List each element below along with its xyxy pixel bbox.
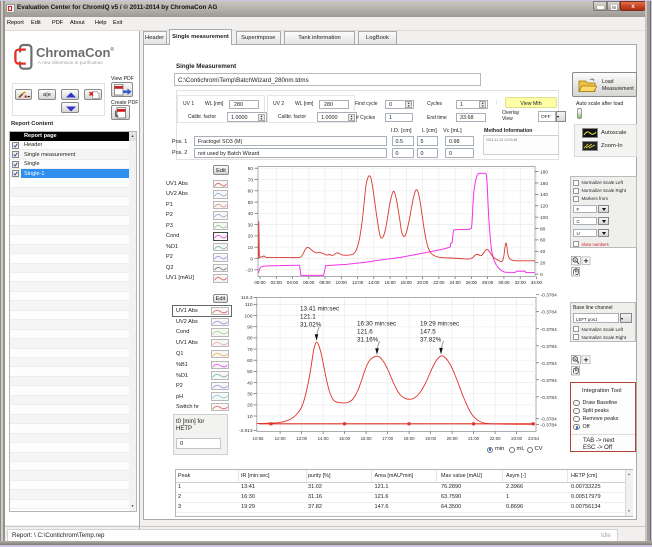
svg-text:10: 10 <box>247 414 253 420</box>
svg-text:0: 0 <box>540 272 543 278</box>
svg-text:14:00: 14:00 <box>318 436 330 441</box>
svg-text:31.16%: 31.16% <box>357 336 379 343</box>
svg-text:100: 100 <box>244 313 252 319</box>
svg-text:15:00: 15:00 <box>339 436 351 441</box>
svg-text:12:00: 12:00 <box>352 280 364 285</box>
svg-text:-0.3784: -0.3784 <box>541 327 558 333</box>
svg-text:02:00: 02:00 <box>271 280 283 285</box>
svg-text:28:00: 28:00 <box>482 280 494 285</box>
svg-text:10:00: 10:00 <box>336 280 348 285</box>
svg-text:50: 50 <box>248 200 254 206</box>
svg-text:37.82%: 37.82% <box>420 336 442 343</box>
svg-text:23:00: 23:00 <box>511 436 523 441</box>
svg-text:50: 50 <box>247 369 253 375</box>
svg-text:180: 180 <box>540 169 548 175</box>
svg-text:147.5: 147.5 <box>420 328 436 335</box>
svg-text:20: 20 <box>540 261 546 267</box>
svg-text:70: 70 <box>247 347 253 353</box>
svg-text:60: 60 <box>248 189 254 195</box>
svg-text:34:00: 34:00 <box>531 280 543 285</box>
svg-text:116.3: 116.3 <box>241 295 253 301</box>
svg-text:13:00: 13:00 <box>296 436 308 441</box>
svg-text:18:00: 18:00 <box>404 436 416 441</box>
svg-text:121.6: 121.6 <box>357 328 373 335</box>
svg-text:-0.3784: -0.3784 <box>541 423 558 429</box>
svg-text:24:00: 24:00 <box>449 280 461 285</box>
svg-text:06:00: 06:00 <box>303 280 315 285</box>
svg-text:90: 90 <box>247 325 253 331</box>
svg-text:13.41 min:sec: 13.41 min:sec <box>300 305 339 312</box>
svg-text:16:00: 16:00 <box>361 436 373 441</box>
svg-text:40: 40 <box>540 249 546 255</box>
svg-text:-0.3784: -0.3784 <box>541 310 558 316</box>
svg-text:16:00: 16:00 <box>384 280 396 285</box>
svg-text:00:00: 00:00 <box>254 280 266 285</box>
svg-text:17:00: 17:00 <box>382 436 394 441</box>
svg-text:40: 40 <box>248 211 254 217</box>
svg-text:80: 80 <box>540 226 546 232</box>
svg-text:-0.3784: -0.3784 <box>541 416 558 422</box>
svg-text:110: 110 <box>245 302 253 308</box>
svg-text:30: 30 <box>248 222 254 228</box>
svg-text:32:00: 32:00 <box>515 280 527 285</box>
svg-text:04:00: 04:00 <box>287 280 299 285</box>
svg-text:20: 20 <box>247 403 253 409</box>
svg-text:22:00: 22:00 <box>490 436 502 441</box>
svg-text:160: 160 <box>540 181 548 187</box>
svg-text:20:00: 20:00 <box>417 280 429 285</box>
svg-text:0: 0 <box>250 256 253 262</box>
svg-text:-0.3784: -0.3784 <box>541 395 558 401</box>
svg-text:140: 140 <box>540 192 548 198</box>
svg-text:30:00: 30:00 <box>498 280 510 285</box>
svg-text:23:54: 23:54 <box>528 436 540 441</box>
svg-text:-3.913: -3.913 <box>239 428 253 434</box>
svg-text:10: 10 <box>248 245 254 251</box>
svg-text:19:29 min:sec: 19:29 min:sec <box>420 320 459 327</box>
svg-text:19:00: 19:00 <box>425 436 437 441</box>
svg-text:80: 80 <box>248 166 254 172</box>
svg-text:10:55: 10:55 <box>253 436 265 441</box>
svg-text:60: 60 <box>540 238 546 244</box>
svg-text:20: 20 <box>248 234 254 240</box>
svg-text:16:30 min:sec: 16:30 min:sec <box>357 320 396 327</box>
svg-text:26:00: 26:00 <box>466 280 478 285</box>
svg-text:12:00: 12:00 <box>275 436 287 441</box>
svg-text:80: 80 <box>247 336 253 342</box>
svg-text:-0.3784: -0.3784 <box>541 293 558 299</box>
svg-text:22:00: 22:00 <box>433 280 445 285</box>
svg-text:70: 70 <box>248 177 254 183</box>
svg-text:-0.3784: -0.3784 <box>541 361 558 367</box>
svg-text:100: 100 <box>540 215 548 221</box>
svg-text:-10: -10 <box>246 268 253 274</box>
svg-text:21:00: 21:00 <box>468 436 480 441</box>
svg-text:40: 40 <box>247 380 253 386</box>
svg-text:18:00: 18:00 <box>401 280 413 285</box>
svg-text:08:00: 08:00 <box>319 280 331 285</box>
svg-text:-0.3784: -0.3784 <box>541 378 558 384</box>
svg-text:60: 60 <box>247 358 253 364</box>
svg-text:120: 120 <box>540 204 548 210</box>
svg-text:30: 30 <box>247 392 253 398</box>
svg-text:121.1: 121.1 <box>300 313 316 320</box>
svg-text:20:00: 20:00 <box>447 436 459 441</box>
svg-text:14:00: 14:00 <box>368 280 380 285</box>
svg-text:-0.3784: -0.3784 <box>541 344 558 350</box>
